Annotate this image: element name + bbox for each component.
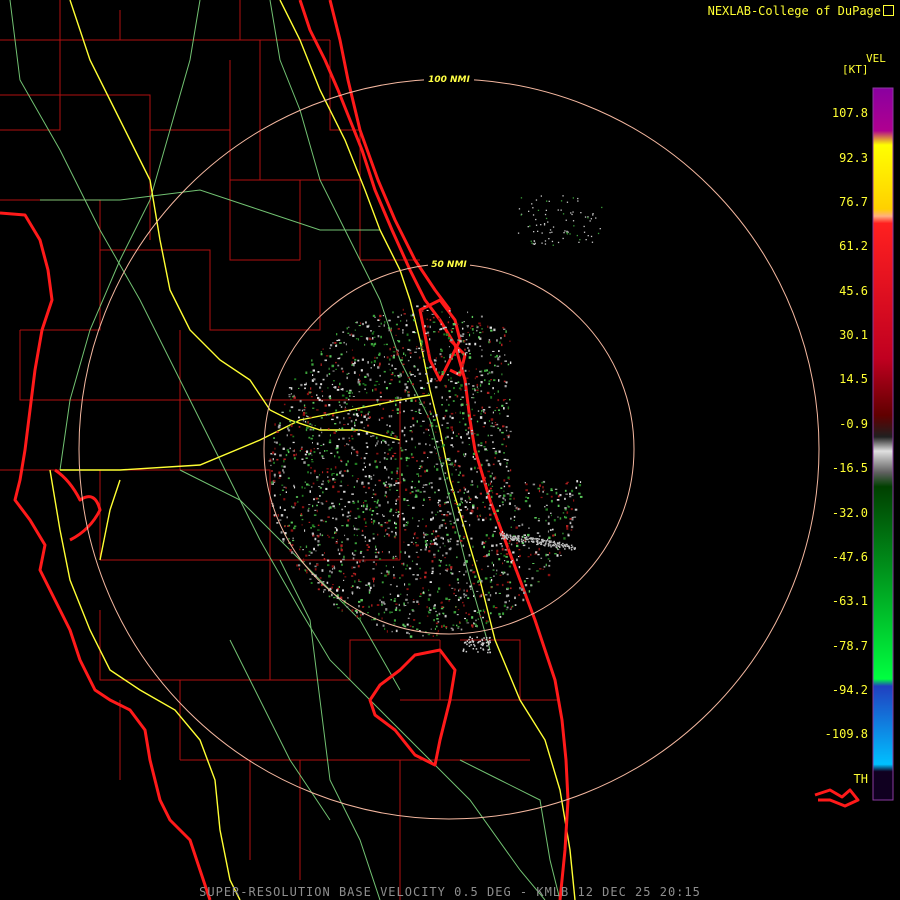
coastline bbox=[0, 0, 860, 900]
legend-tick: 61.2 bbox=[839, 239, 868, 253]
legend-unit: [KT] bbox=[842, 63, 869, 76]
radar-map: 100 NMI 50 NMI bbox=[0, 0, 894, 900]
velocity-color-bar bbox=[872, 87, 894, 801]
legend-tick: 92.3 bbox=[839, 151, 868, 165]
credit-label: NEXLAB-College of DuPage bbox=[708, 4, 894, 18]
corner-icon bbox=[883, 5, 894, 16]
product-footer: SUPER-RESOLUTION BASE VELOCITY 0.5 DEG -… bbox=[199, 885, 701, 899]
legend-tick: -47.6 bbox=[831, 550, 868, 564]
legend-tick: -32.0 bbox=[831, 506, 868, 520]
legend-tick: -0.9 bbox=[839, 417, 868, 431]
legend-tick: -109.8 bbox=[824, 727, 868, 741]
legend-product: VEL bbox=[866, 52, 886, 65]
range-ring-100-label: 100 NMI bbox=[428, 75, 470, 85]
legend-tick: 107.8 bbox=[831, 106, 868, 120]
range-ring-50-label: 50 NMI bbox=[431, 260, 467, 270]
legend-tick: 14.5 bbox=[839, 372, 868, 386]
legend-tick: -78.7 bbox=[831, 639, 868, 653]
legend-tick: 76.7 bbox=[839, 195, 868, 209]
legend-tick: -94.2 bbox=[831, 683, 868, 697]
legend-th: TH bbox=[853, 772, 868, 786]
legend-tick: -16.5 bbox=[831, 461, 868, 475]
legend-tick: 45.6 bbox=[839, 284, 868, 298]
minor-highways bbox=[9, 0, 561, 900]
legend-tick: -63.1 bbox=[831, 594, 868, 608]
legend-tick: 30.1 bbox=[839, 328, 868, 342]
major-highways bbox=[49, 0, 576, 900]
credit-text: NEXLAB-College of DuPage bbox=[707, 4, 881, 18]
